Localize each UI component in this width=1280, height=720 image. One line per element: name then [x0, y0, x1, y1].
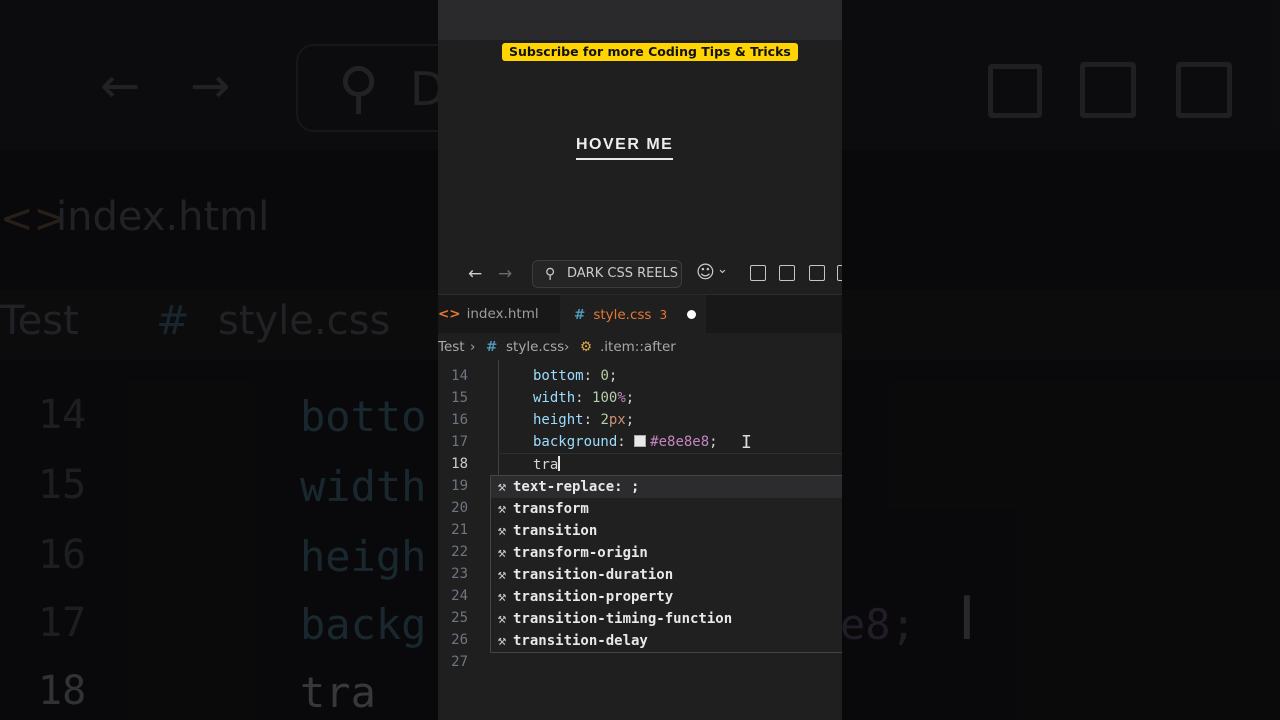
css-property: width — [533, 390, 576, 406]
code-line-15: width: 100%; — [533, 390, 635, 406]
code-editor[interactable]: 14 15 16 17 18 19 20 21 22 23 24 25 26 2… — [438, 360, 842, 720]
suggestion-item[interactable]: ⚒ transition-duration — [491, 564, 842, 586]
customize-layout-icon[interactable] — [750, 265, 766, 281]
line-number: 27 — [451, 654, 468, 670]
editor-tabs: <> index.html # style.css 3 — [438, 295, 842, 334]
line-number: 14 — [451, 368, 468, 384]
suggestion-item[interactable]: ⚒ transition-timing-function — [491, 608, 842, 630]
line-number: 16 — [451, 412, 468, 428]
tab-style-css[interactable]: # style.css 3 — [560, 295, 706, 334]
css-property: height — [533, 412, 584, 428]
back-arrow-icon[interactable]: ← — [468, 264, 482, 284]
css-value: 2 — [600, 412, 609, 428]
css-file-icon: # — [574, 307, 586, 323]
symbol-icon: ⚙ — [580, 339, 593, 355]
suggestion-item[interactable]: ⚒ transform — [491, 498, 842, 520]
css-value: 100 — [592, 390, 618, 406]
code-line-16: height: 2px; — [533, 412, 635, 428]
line-number: 24 — [451, 588, 468, 604]
line-number: 22 — [451, 544, 468, 560]
autocomplete-widget: ⚒ text-replace: ; ⚒ transform ⚒ transition … — [490, 475, 842, 653]
typed-text: tra — [533, 457, 559, 473]
wrench-icon: ⚒ — [497, 567, 507, 583]
breadcrumb-file[interactable]: style.css — [506, 334, 564, 360]
chevron-down-icon[interactable]: ⌄ — [717, 262, 728, 277]
css-value: #e8e8e8 — [650, 434, 710, 450]
wrench-icon: ⚒ — [497, 523, 507, 539]
copilot-icon[interactable]: ☺ — [696, 262, 715, 283]
unsaved-dot-icon[interactable] — [687, 310, 696, 319]
suggestion-item[interactable]: ⚒ transition — [491, 520, 842, 542]
wrench-icon: ⚒ — [497, 479, 507, 495]
breadcrumb-symbol[interactable]: .item::after — [600, 334, 676, 360]
vscode-titlebar: ← → ⚲ DARK CSS REELS ☺ ⌄ — [438, 254, 842, 295]
wrench-icon: ⚒ — [497, 589, 507, 605]
text-caret — [558, 456, 560, 471]
breadcrumb-separator: › — [564, 339, 570, 355]
code-line-18: tra — [533, 456, 560, 473]
command-center-label: DARK CSS REELS — [567, 266, 679, 281]
text-cursor-icon: I — [741, 432, 752, 453]
suggestion-label: transition-duration — [513, 567, 674, 583]
line-number: 20 — [451, 500, 468, 516]
line-number: 15 — [451, 390, 468, 406]
tab-label: style.css — [593, 307, 652, 323]
wrench-icon: ⚒ — [497, 633, 507, 649]
toggle-sidebar-icon[interactable] — [779, 265, 795, 281]
toggle-secondary-sidebar-icon[interactable] — [837, 265, 842, 281]
line-number: 19 — [451, 478, 468, 494]
toggle-panel-icon[interactable] — [809, 265, 825, 281]
hover-me-link[interactable]: HOVER ME — [576, 136, 674, 160]
wrench-icon: ⚒ — [497, 501, 507, 517]
top-strip — [438, 0, 842, 40]
live-preview: Subscribe for more Coding Tips & Tricks … — [438, 40, 842, 254]
code-line-14: bottom: 0; — [533, 368, 618, 384]
css-property: bottom — [533, 368, 584, 384]
line-number-current: 18 — [451, 456, 468, 472]
breadcrumb: Test › # style.css › ⚙ .item::after — [438, 334, 842, 360]
css-file-icon: # — [486, 339, 498, 355]
line-number: 26 — [451, 632, 468, 648]
subscribe-banner: Subscribe for more Coding Tips & Tricks — [502, 43, 798, 61]
suggestion-label: transform-origin — [513, 545, 648, 561]
css-value: 0 — [600, 368, 609, 384]
breadcrumb-separator: › — [470, 339, 476, 355]
color-swatch[interactable] — [634, 435, 647, 447]
suggestion-label: transition-delay — [513, 633, 648, 649]
suggestion-label: transition-property — [513, 589, 674, 605]
command-center[interactable]: ⚲ DARK CSS REELS — [532, 260, 682, 288]
tab-label: index.html — [466, 306, 539, 322]
suggestion-item[interactable]: ⚒ transition-delay — [491, 630, 842, 652]
suggestion-label: transform — [513, 501, 589, 517]
wrench-icon: ⚒ — [497, 611, 507, 627]
html-file-icon: <> — [438, 306, 461, 322]
css-unit: px — [608, 412, 626, 428]
code-line-17: background: #e8e8e8; — [533, 434, 718, 450]
line-number: 17 — [451, 434, 468, 450]
problem-count-badge: 3 — [659, 308, 668, 322]
css-property: background — [533, 434, 618, 450]
suggestion-item[interactable]: ⚒ text-replace: ; — [491, 476, 842, 498]
line-number: 21 — [451, 522, 468, 538]
breadcrumb-folder[interactable]: Test — [438, 334, 465, 360]
tab-index-html[interactable]: <> index.html — [438, 295, 556, 333]
suggestion-label: transition-timing-function — [513, 611, 733, 627]
suggestion-item[interactable]: ⚒ transition-property — [491, 586, 842, 608]
search-icon: ⚲ — [545, 266, 556, 282]
css-unit: % — [617, 390, 626, 406]
suggestion-item[interactable]: ⚒ transform-origin — [491, 542, 842, 564]
line-number: 23 — [451, 566, 468, 582]
suggestion-label: transition — [513, 523, 598, 539]
line-number: 25 — [451, 610, 468, 626]
forward-arrow-icon[interactable]: → — [498, 264, 512, 284]
suggestion-label: text-replace: ; — [513, 479, 640, 495]
wrench-icon: ⚒ — [497, 545, 507, 561]
reel-frame: Subscribe for more Coding Tips & Tricks … — [438, 0, 842, 720]
